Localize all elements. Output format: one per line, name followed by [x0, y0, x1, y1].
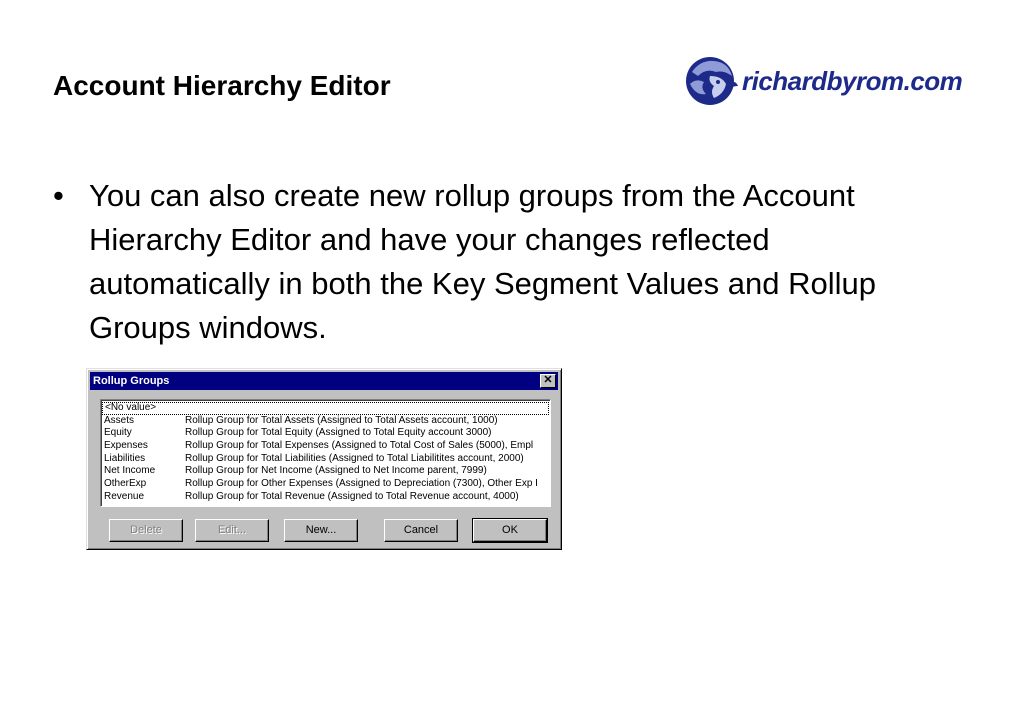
ok-button[interactable]: OK	[472, 518, 548, 543]
list-item-name: Equity	[104, 427, 132, 439]
list-item-name: <No value>	[105, 402, 157, 413]
list-item-description: Rollup Group for Total Liabilities (Assi…	[185, 452, 524, 464]
list-item-name: Expenses	[104, 440, 148, 452]
close-button[interactable]: ✕	[540, 374, 556, 388]
list-item-name: Assets	[104, 414, 135, 426]
list-item[interactable]: Revenue Rollup Group for Total Revenue (…	[101, 491, 550, 504]
close-icon: ✕	[543, 374, 553, 386]
dialog-button-bar: Delete Edit... New... Cancel OK	[87, 518, 561, 543]
list-item-description: Rollup Group for Net Income (Assigned to…	[185, 465, 487, 477]
list-item-description: Rollup Group for Other Expenses (Assigne…	[185, 478, 538, 490]
list-item-name: Revenue	[104, 490, 145, 502]
list-item[interactable]: <No value>	[102, 402, 549, 415]
list-item-description: Rollup Group for Total Revenue (Assigned…	[185, 490, 519, 502]
list-item-description	[186, 402, 549, 415]
cancel-button[interactable]: Cancel	[384, 519, 458, 542]
list-item-description: Rollup Group for Total Equity (Assigned …	[185, 427, 492, 439]
dialog-titlebar[interactable]: Rollup Groups ✕	[90, 372, 558, 390]
list-item[interactable]: Expenses Rollup Group for Total Expenses…	[101, 440, 550, 453]
lion-head-icon	[686, 57, 738, 105]
list-item-name: OtherExp	[104, 478, 147, 490]
list-item[interactable]: Equity Rollup Group for Total Equity (As…	[101, 427, 550, 440]
richardbyrom-logo: richardbyrom.com	[680, 52, 1015, 110]
list-item-name: Liabilities	[104, 452, 146, 464]
slide-title: Account Hierarchy Editor	[53, 70, 391, 101]
logo-text: richardbyrom.com	[742, 65, 963, 96]
bullet-text: You can also create new rollup groups fr…	[89, 178, 876, 345]
list-item[interactable]: Liabilities Rollup Group for Total Liabi…	[101, 453, 550, 466]
list-item[interactable]: OtherExp Rollup Group for Other Expenses…	[101, 478, 550, 491]
bullet-marker: •	[53, 178, 64, 213]
list-item[interactable]: Net Income Rollup Group for Net Income (…	[101, 465, 550, 478]
dialog-title: Rollup Groups	[93, 375, 170, 387]
list-item-description: Rollup Group for Total Assets (Assigned …	[185, 414, 498, 426]
list-item[interactable]: Assets Rollup Group for Total Assets (As…	[101, 415, 550, 428]
list-item-name: Net Income	[104, 465, 156, 477]
rollup-groups-dialog: Rollup Groups ✕ <No value> Assets Rollup…	[86, 368, 562, 550]
rollup-groups-list[interactable]: <No value> Assets Rollup Group for Total…	[100, 399, 551, 507]
delete-button[interactable]: Delete	[109, 519, 183, 542]
edit-button[interactable]: Edit...	[195, 519, 269, 542]
new-button[interactable]: New...	[284, 519, 358, 542]
list-item-description: Rollup Group for Total Expenses (Assigne…	[185, 440, 534, 452]
